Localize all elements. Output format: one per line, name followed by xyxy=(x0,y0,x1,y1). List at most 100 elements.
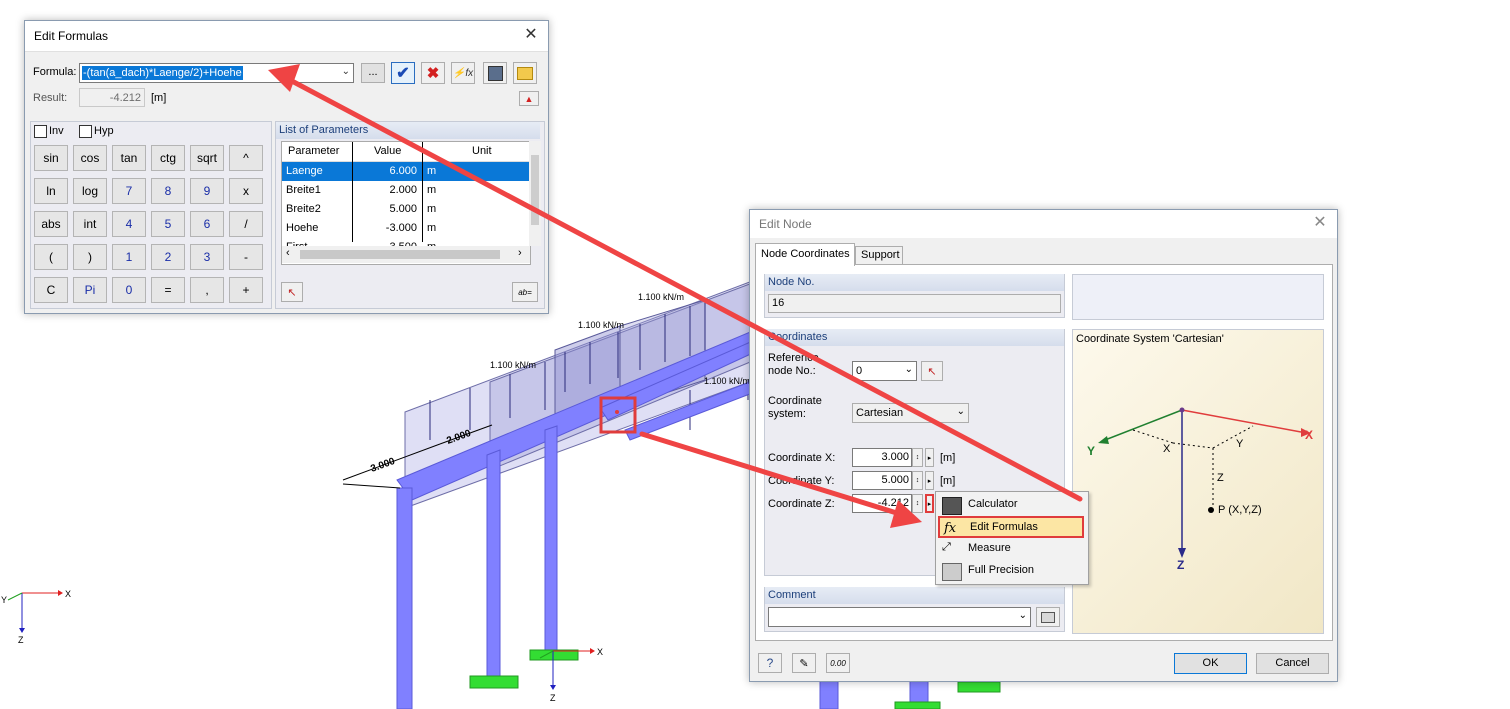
scroll-left-icon[interactable]: ‹ xyxy=(286,247,290,259)
calc-key[interactable]: Pi xyxy=(73,277,107,303)
coord-z-menu-button[interactable]: ▸ xyxy=(925,494,934,513)
calc-key[interactable]: + xyxy=(229,277,263,303)
coord-x-menu-button[interactable]: ▸ xyxy=(925,448,934,467)
table-row[interactable]: Breite1 2.000 m xyxy=(282,181,530,200)
hyp-checkbox[interactable] xyxy=(79,125,92,138)
calc-key[interactable]: abs xyxy=(34,211,68,237)
comment-library-button[interactable] xyxy=(1036,607,1060,627)
close-icon[interactable]: ✕ xyxy=(522,26,540,44)
cancel-button[interactable]: Cancel xyxy=(1256,653,1329,674)
comment-input[interactable]: ⌄ xyxy=(768,607,1031,627)
global-axis-icon: X Y Z xyxy=(1,589,71,645)
vertical-scrollbar[interactable] xyxy=(529,141,541,246)
calc-key[interactable]: ln xyxy=(34,178,68,204)
ok-button[interactable]: OK xyxy=(1174,653,1247,674)
calc-key[interactable]: = xyxy=(151,277,185,303)
reference-node-select[interactable]: 0 ⌄ xyxy=(852,361,917,381)
warning-button[interactable]: ▲ xyxy=(519,91,539,106)
pick-node-button[interactable]: ↖ xyxy=(921,361,943,381)
precision-button[interactable]: 0.00 xyxy=(826,653,850,673)
coord-z-input[interactable]: -4.212 xyxy=(852,494,912,513)
function-button[interactable]: ⚡fx xyxy=(451,62,475,84)
table-row[interactable]: Hoehe -3.000 m xyxy=(282,219,530,238)
inv-checkbox[interactable] xyxy=(34,125,47,138)
result-value: -4.212 xyxy=(109,92,141,104)
calc-key[interactable]: 7 xyxy=(112,178,146,204)
coord-y-input[interactable]: 5.000 xyxy=(852,471,912,490)
edit-node-titlebar[interactable]: Edit Node ✕ xyxy=(750,210,1337,238)
pick-parameter-button[interactable]: ↖ xyxy=(281,282,303,302)
parameters-table[interactable]: Parameter Value Unit Laenge 6.000 m Breite1… xyxy=(281,141,531,265)
calc-key[interactable]: 5 xyxy=(151,211,185,237)
calc-key[interactable]: 8 xyxy=(151,178,185,204)
cancel-formula-button[interactable]: ✖ xyxy=(421,62,445,84)
scroll-thumb[interactable] xyxy=(300,250,500,259)
browse-button[interactable]: ... xyxy=(361,63,385,83)
edit-note-button[interactable]: ✎ xyxy=(792,653,816,673)
calc-key[interactable]: sin xyxy=(34,145,68,171)
formula-input[interactable]: -(tan(a_dach)*Laenge/2)+Hoehe ⌄ xyxy=(79,63,354,83)
calc-key[interactable]: 9 xyxy=(190,178,224,204)
calc-key[interactable]: ^ xyxy=(229,145,263,171)
chevron-down-icon[interactable]: ⌄ xyxy=(342,66,350,77)
param-value: 2.000 xyxy=(389,184,417,196)
horizontal-scrollbar[interactable]: ‹ › xyxy=(282,246,530,263)
close-icon[interactable]: ✕ xyxy=(1311,214,1329,232)
help-button[interactable]: ? xyxy=(758,653,782,673)
cancel-label: Cancel xyxy=(1275,657,1310,669)
coordinate-system-diagram xyxy=(1098,407,1311,558)
calc-key[interactable]: log xyxy=(73,178,107,204)
confirm-button[interactable]: ✔ xyxy=(391,62,415,84)
menu-item-measure[interactable]: ⤢ Measure xyxy=(938,538,1084,560)
coord-y-menu-button[interactable]: ▸ xyxy=(925,471,934,490)
menu-item-calculator[interactable]: Calculator xyxy=(938,494,1084,516)
calc-key[interactable]: - xyxy=(229,244,263,270)
table-row[interactable]: Breite2 5.000 m xyxy=(282,200,530,219)
chevron-down-icon[interactable]: ⌄ xyxy=(957,406,965,417)
tab-node-coordinates[interactable]: Node Coordinates xyxy=(755,243,855,266)
coord-y-unit: [m] xyxy=(940,475,956,487)
calc-key[interactable]: / xyxy=(229,211,263,237)
open-formula-button[interactable] xyxy=(513,62,537,84)
calc-key[interactable]: , xyxy=(190,277,224,303)
svg-text:X: X xyxy=(597,647,603,657)
preview-axis-x: X xyxy=(1305,428,1314,442)
calc-key[interactable]: 4 xyxy=(112,211,146,237)
node-no-value: 16 xyxy=(772,297,785,309)
calc-key[interactable]: 6 xyxy=(190,211,224,237)
coord-z-spinner[interactable]: ↕ xyxy=(912,494,923,513)
coord-system-label-2: system: xyxy=(768,408,806,420)
calc-key[interactable]: ctg xyxy=(151,145,185,171)
calc-key[interactable]: 1 xyxy=(112,244,146,270)
calc-key[interactable]: sqrt xyxy=(190,145,224,171)
calc-key[interactable]: int xyxy=(73,211,107,237)
edit-formulas-titlebar[interactable]: Edit Formulas ✕ xyxy=(25,21,548,51)
save-formula-button[interactable] xyxy=(483,62,507,84)
calc-key[interactable]: ( xyxy=(34,244,68,270)
table-row[interactable]: Laenge 6.000 m xyxy=(282,162,530,181)
calc-key[interactable]: tan xyxy=(112,145,146,171)
tab-support[interactable]: Support xyxy=(855,246,903,265)
coord-x-spinner[interactable]: ↕ xyxy=(912,448,923,467)
coord-system-select[interactable]: Cartesian ⌄ xyxy=(852,403,969,423)
rename-parameter-button[interactable]: ab= xyxy=(512,282,538,302)
menu-item-full-precision[interactable]: Full Precision xyxy=(938,560,1084,582)
chevron-down-icon[interactable]: ⌄ xyxy=(1019,610,1027,621)
chevron-down-icon[interactable]: ⌄ xyxy=(905,364,913,375)
calc-key[interactable]: cos xyxy=(73,145,107,171)
menu-item-edit-formulas[interactable]: fx Edit Formulas xyxy=(938,516,1084,538)
calc-key[interactable]: x xyxy=(229,178,263,204)
scroll-right-icon[interactable]: › xyxy=(518,247,522,259)
coord-y-spinner[interactable]: ↕ xyxy=(912,471,923,490)
calc-key[interactable]: 0 xyxy=(112,277,146,303)
vscroll-thumb[interactable] xyxy=(531,155,539,225)
calc-key[interactable]: C xyxy=(34,277,68,303)
node-no-field: 16 xyxy=(768,294,1061,313)
calc-key[interactable]: 3 xyxy=(190,244,224,270)
coord-x-input[interactable]: 3.000 xyxy=(852,448,912,467)
calc-key[interactable]: 2 xyxy=(151,244,185,270)
calc-key[interactable]: ) xyxy=(73,244,107,270)
folder-icon xyxy=(517,66,533,80)
coord-system-value: Cartesian xyxy=(856,407,904,419)
comment-label: Comment xyxy=(765,587,1064,604)
